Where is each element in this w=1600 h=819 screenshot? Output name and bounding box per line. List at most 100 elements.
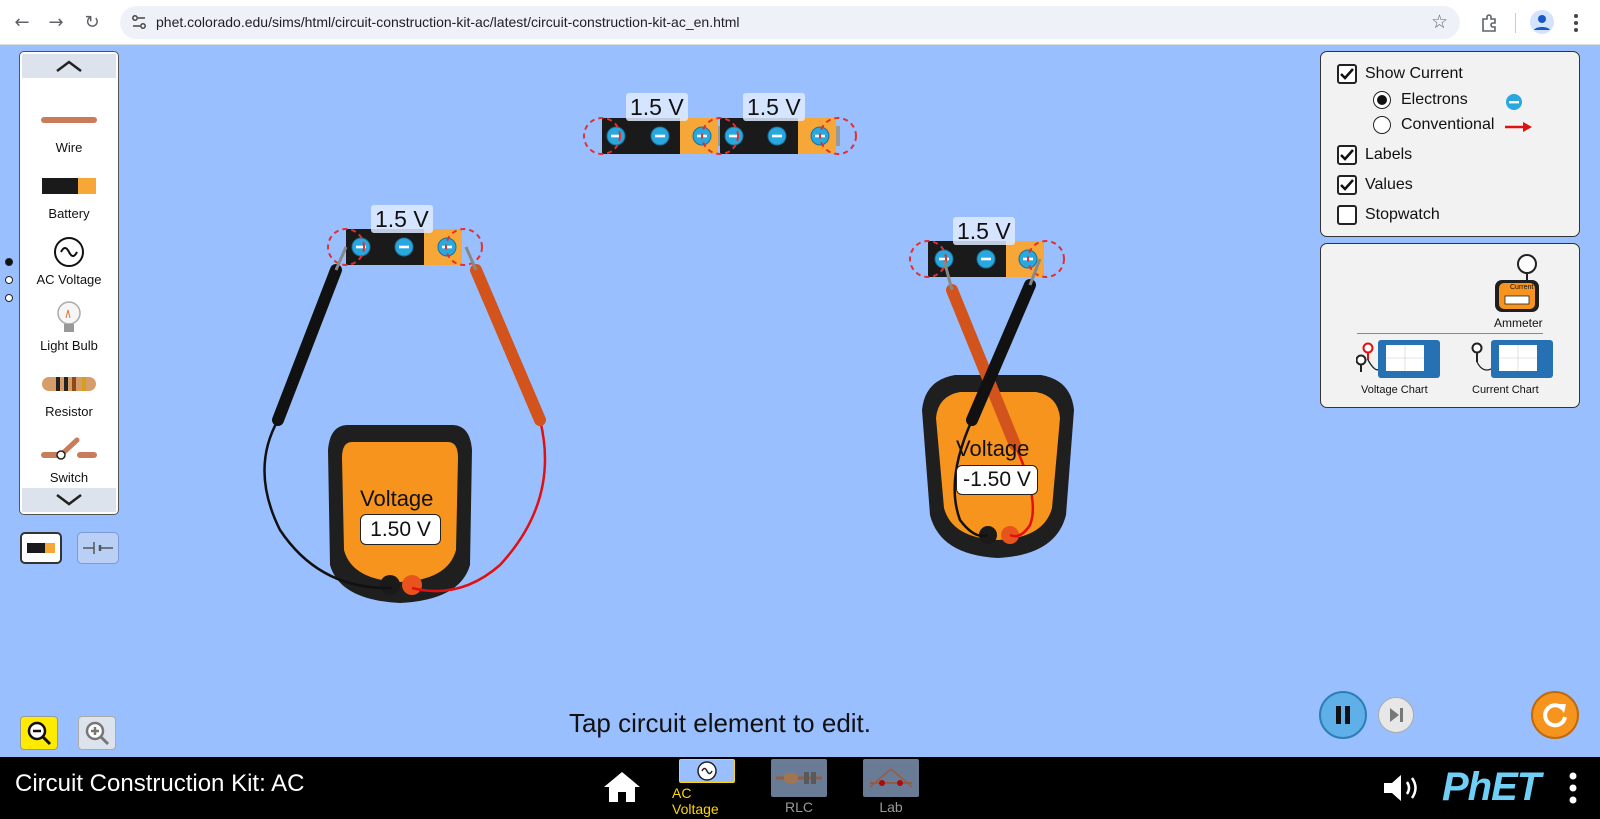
labels-label: Labels: [1365, 146, 1413, 163]
zoom-in-icon: [85, 721, 110, 746]
phet-logo[interactable]: PhET: [1442, 765, 1541, 810]
lab-thumbnail-icon: [869, 768, 913, 788]
phet-menu-icon[interactable]: [1568, 771, 1578, 805]
browser-toolbar: ← → ↻ phet.colorado.edu/sims/html/circui…: [0, 0, 1600, 45]
toolbox-item-light-bulb[interactable]: Light Bulb: [20, 298, 118, 364]
checkbox-checked-icon: [1337, 145, 1357, 165]
zoom-in-button[interactable]: [78, 716, 116, 750]
electrons-label: Electrons: [1401, 91, 1468, 108]
edit-hint-text: Tap circuit element to edit.: [568, 708, 872, 738]
component-toolbox: Wire Battery AC Voltage Light Bulb Resis…: [19, 51, 119, 515]
home-icon[interactable]: [602, 770, 642, 804]
screen-label: RLC: [784, 799, 813, 815]
voltmeter-readout: 1.50 V: [360, 514, 441, 545]
conventional-label: Conventional: [1401, 116, 1495, 133]
toolbox-item-label: AC Voltage: [36, 272, 102, 287]
toolbox-scroll-up-button[interactable]: [22, 54, 116, 78]
zoom-out-icon: [27, 721, 52, 746]
checkbox-checked-icon: [1337, 175, 1357, 195]
battery-label: 1.5 V: [626, 93, 688, 121]
ac-voltage-icon: [54, 237, 84, 267]
battery-top-right[interactable]: [701, 117, 857, 155]
labels-checkbox[interactable]: Labels: [1337, 145, 1412, 165]
lifelike-view-button[interactable]: [20, 532, 62, 564]
wire-icon: [41, 117, 97, 123]
battery-label: 1.5 V: [953, 217, 1015, 245]
chevron-down-icon: [56, 494, 82, 506]
screen-label: Lab: [879, 799, 903, 815]
toolbox-scroll-down-button[interactable]: [22, 488, 116, 512]
battery-label: 1.5 V: [371, 205, 433, 233]
battery-label: 1.5 V: [743, 93, 805, 121]
toolbar-divider: [1515, 13, 1516, 33]
ammeter-icon[interactable]: [1491, 250, 1541, 316]
ammeter-label: Ammeter: [1494, 316, 1543, 330]
toolbox-item-wire[interactable]: Wire: [20, 100, 118, 166]
reload-icon[interactable]: ↻: [78, 8, 106, 36]
schematic-view-button[interactable]: [77, 532, 119, 564]
profile-avatar-icon[interactable]: [1530, 10, 1554, 34]
show-current-label: Show Current: [1365, 65, 1463, 82]
black-probe[interactable]: [272, 246, 348, 426]
electrons-radio[interactable]: Electrons: [1373, 91, 1468, 109]
conventional-radio[interactable]: Conventional: [1373, 116, 1494, 134]
browser-menu-icon[interactable]: [1572, 12, 1580, 34]
screen-ac-voltage[interactable]: AC Voltage: [672, 759, 742, 817]
conventional-current-arrow-icon: [1505, 122, 1532, 132]
sim-title: Circuit Construction Kit: AC: [15, 770, 305, 797]
battery-icon: [42, 178, 96, 194]
battery-left[interactable]: [327, 228, 483, 266]
battery-icon: [27, 543, 55, 553]
values-label: Values: [1365, 176, 1413, 193]
stopwatch-label: Stopwatch: [1365, 206, 1440, 223]
address-bar[interactable]: phet.colorado.edu/sims/html/circuit-cons…: [120, 6, 1460, 39]
step-forward-icon: [1390, 708, 1403, 722]
toolbox-item-switch[interactable]: Switch: [20, 430, 118, 496]
screen-rlc[interactable]: RLC: [764, 759, 834, 817]
page-dot[interactable]: [5, 294, 13, 302]
forward-icon[interactable]: →: [42, 8, 70, 36]
schematic-battery-icon: [83, 542, 113, 554]
toolbox-item-label: Light Bulb: [40, 338, 98, 353]
toolbox-item-resistor[interactable]: Resistor: [20, 364, 118, 430]
toolbox-item-label: Battery: [48, 206, 90, 221]
voltmeter-title: Voltage: [956, 436, 1030, 461]
toolbox-item-ac-voltage[interactable]: AC Voltage: [20, 232, 118, 298]
url-text[interactable]: phet.colorado.edu/sims/html/circuit-cons…: [156, 14, 740, 30]
switch-icon: [41, 437, 97, 460]
pause-icon: [1336, 706, 1350, 724]
toolbox-item-label: Wire: [55, 140, 83, 155]
screen-lab[interactable]: Lab: [856, 759, 926, 817]
back-icon[interactable]: ←: [8, 8, 36, 36]
resistor-icon: [42, 377, 96, 391]
checkbox-unchecked-icon: [1337, 205, 1357, 225]
reset-all-button[interactable]: [1531, 691, 1579, 739]
site-settings-icon[interactable]: [130, 13, 148, 31]
ac-voltage-icon: [697, 761, 717, 781]
sound-icon[interactable]: [1382, 773, 1422, 803]
voltage-chart-icon[interactable]: [1356, 338, 1442, 380]
show-current-checkbox[interactable]: Show Current: [1337, 64, 1463, 84]
light-bulb-icon: [57, 301, 81, 332]
electron-icon: [1506, 94, 1522, 110]
pause-button[interactable]: [1319, 691, 1367, 739]
red-probe[interactable]: [464, 246, 546, 426]
values-checkbox[interactable]: Values: [1337, 175, 1413, 195]
voltmeter-title: Voltage: [360, 486, 434, 511]
radio-unselected-icon: [1373, 116, 1391, 134]
toolbox-item-label: Switch: [49, 470, 89, 485]
page-dot-active[interactable]: [5, 258, 13, 266]
stopwatch-checkbox[interactable]: Stopwatch: [1337, 205, 1440, 225]
extensions-icon[interactable]: [1478, 12, 1500, 34]
battery-right[interactable]: [909, 240, 1065, 278]
sensor-toolbox: Current Ammeter Voltage Chart Current Ch…: [1320, 243, 1580, 408]
toolbox-item-battery[interactable]: Battery: [20, 166, 118, 232]
voltage-chart-label: Voltage Chart: [1361, 384, 1428, 396]
step-forward-button[interactable]: [1378, 697, 1414, 733]
page-dot[interactable]: [5, 276, 13, 284]
radio-selected-icon: [1373, 91, 1391, 109]
zoom-out-button[interactable]: [20, 716, 58, 750]
bookmark-star-icon[interactable]: ☆: [1431, 11, 1448, 33]
navigation-bar: Circuit Construction Kit: AC AC Voltage …: [0, 757, 1600, 819]
current-chart-icon[interactable]: [1469, 338, 1555, 380]
